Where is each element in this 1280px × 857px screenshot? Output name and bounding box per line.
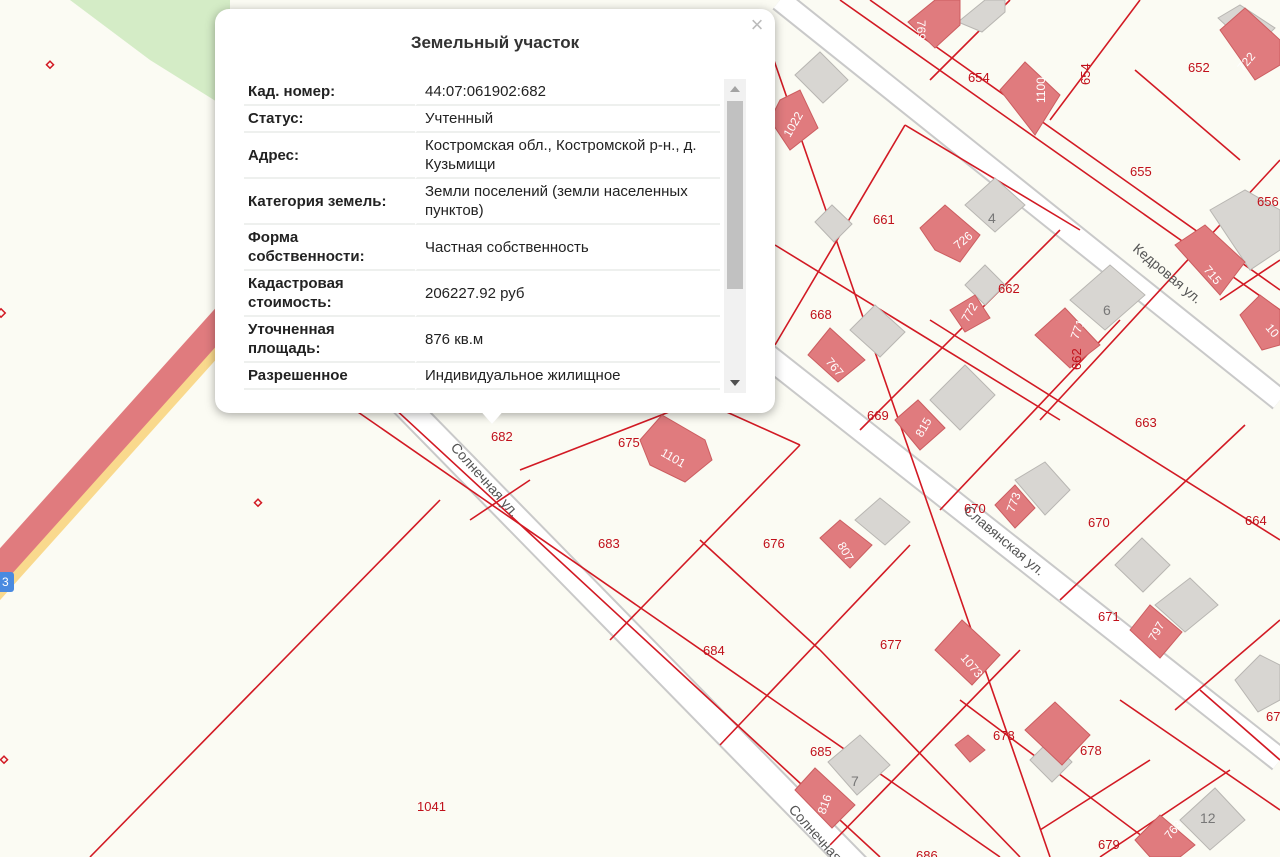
plot-label: 656 <box>1257 194 1279 209</box>
table-row: Форма собственности: Частная собственнос… <box>244 225 720 271</box>
row-value: 876 кв.м <box>415 317 720 363</box>
house-number: 4 <box>988 210 996 226</box>
scrollbar-thumb[interactable] <box>727 101 743 289</box>
table-row: Категория земель: Земли поселений (земли… <box>244 179 720 225</box>
land-plot-popup: Земельный участок × Кад. номер: 44:07:06… <box>215 9 775 413</box>
close-icon[interactable]: × <box>745 13 769 37</box>
plot-label: 661 <box>873 212 895 227</box>
plot-label: 67 <box>1266 709 1280 724</box>
plot-label: 678 <box>993 728 1015 743</box>
row-value: Учтенный <box>415 106 720 133</box>
plot-label: 664 <box>1245 513 1267 528</box>
popup-title: Земельный участок <box>410 33 580 52</box>
plot-label: 668 <box>810 307 832 322</box>
popup-pointer <box>478 408 506 424</box>
table-row: Статус: Учтенный <box>244 106 720 133</box>
scroll-down-arrow-icon[interactable] <box>724 373 746 393</box>
row-label: Уточненная площадь: <box>244 317 415 363</box>
plot-label: 676 <box>763 536 785 551</box>
row-label: Форма собственности: <box>244 225 415 271</box>
table-row: Кад. номер: 44:07:061902:682 <box>244 79 720 106</box>
table-row: Адрес: Костромская обл., Костромской р-н… <box>244 133 720 179</box>
plot-label: 685 <box>810 744 832 759</box>
row-value: 44:07:061902:682 <box>415 79 720 106</box>
row-label: Разрешенное <box>244 363 415 390</box>
row-value: Костромская обл., Костромской р-н., д. К… <box>415 133 720 179</box>
plot-label: 670 <box>1088 515 1110 530</box>
row-value: Частная собственность <box>415 225 720 271</box>
plot-label: 655 <box>1130 164 1152 179</box>
plot-label: 686 <box>916 848 938 857</box>
row-label: Кадастровая стоимость: <box>244 271 415 317</box>
plot-label: 679 <box>1098 837 1120 852</box>
building-label: 1100 <box>1034 77 1048 103</box>
row-label: Статус: <box>244 106 415 133</box>
scroll-up-arrow-icon[interactable] <box>724 79 746 99</box>
plot-label: 663 <box>1135 415 1157 430</box>
house-number: 12 <box>1200 810 1216 826</box>
plot-label: 669 <box>867 408 889 423</box>
row-label: Адрес: <box>244 133 415 179</box>
plot-label: 652 <box>1188 60 1210 75</box>
building-label: 769 <box>914 20 928 40</box>
popup-scrollbar[interactable] <box>724 79 746 393</box>
table-row: Разрешенное Индивидуальное жилищное <box>244 363 720 390</box>
plot-label: 684 <box>703 643 725 658</box>
table-row: Кадастровая стоимость: 206227.92 руб <box>244 271 720 317</box>
plot-label: 662 <box>1069 348 1084 370</box>
house-number: 7 <box>851 773 859 789</box>
row-label: Кад. номер: <box>244 79 415 106</box>
plot-label: 675 <box>618 435 640 450</box>
plot-label: 677 <box>880 637 902 652</box>
road-number-badge: 3 <box>0 572 14 592</box>
house-number: 6 <box>1103 302 1111 318</box>
plot-label: 683 <box>598 536 620 551</box>
row-label: Категория земель: <box>244 179 415 225</box>
plot-info-table: Кад. номер: 44:07:061902:682 Статус: Учт… <box>244 79 720 390</box>
popup-info-scroll-area[interactable]: Кад. номер: 44:07:061902:682 Статус: Учт… <box>244 79 722 393</box>
plot-label: 678 <box>1080 743 1102 758</box>
row-value: Индивидуальное жилищное <box>415 363 720 390</box>
row-value: Земли поселений (земли населенных пункто… <box>415 179 720 225</box>
plot-label: 682 <box>491 429 513 444</box>
plot-label: 1041 <box>417 799 446 814</box>
row-value: 206227.92 руб <box>415 271 720 317</box>
plot-label: 662 <box>998 281 1020 296</box>
plot-label: 671 <box>1098 609 1120 624</box>
plot-label: 654 <box>1078 63 1093 85</box>
plot-label: 654 <box>968 70 990 85</box>
table-row: Уточненная площадь: 876 кв.м <box>244 317 720 363</box>
